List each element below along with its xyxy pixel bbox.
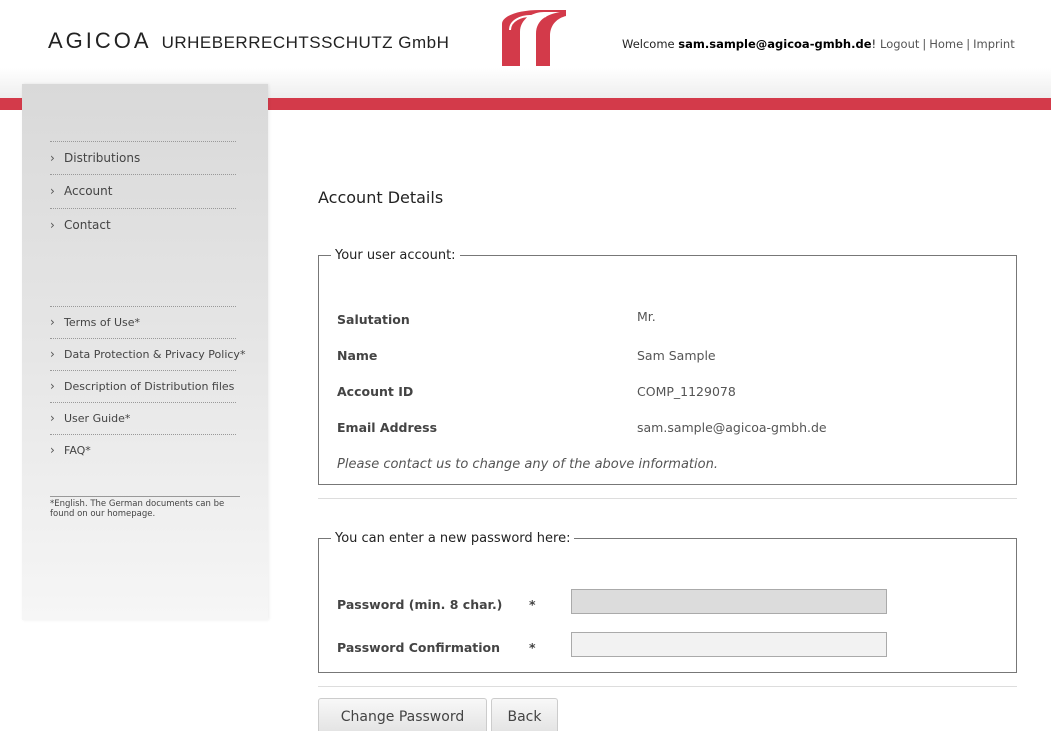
field-value: Mr.	[637, 309, 656, 324]
sidebar-item-label: Contact	[64, 218, 111, 232]
sidebar-item-label: Data Protection & Privacy Policy*	[64, 348, 246, 361]
password-row: Password (min. 8 char.) *	[337, 597, 536, 612]
chevron-right-icon: ›	[50, 347, 55, 361]
chevron-right-icon: ›	[50, 218, 55, 232]
separator: |	[966, 37, 971, 51]
sidebar-item-distribution-files[interactable]: › Description of Distribution files	[50, 370, 236, 402]
sidebar-item-label: Account	[64, 184, 113, 198]
welcome-prefix: Welcome	[622, 37, 679, 51]
field-label: Name	[337, 348, 378, 363]
sidebar-item-label: Terms of Use*	[64, 316, 141, 329]
contact-note: Please contact us to change any of the a…	[337, 457, 718, 472]
chevron-right-icon: ›	[50, 411, 55, 425]
field-row-account-id: Account ID COMP_1129078	[337, 384, 736, 399]
required-mark: *	[529, 640, 536, 655]
field-row-email: Email Address sam.sample@agicoa-gmbh.de	[337, 420, 827, 435]
sidebar-item-contact[interactable]: › Contact	[50, 208, 236, 241]
confirm-row: Password Confirmation *	[337, 640, 536, 655]
sidebar-item-privacy[interactable]: › Data Protection & Privacy Policy*	[50, 338, 245, 370]
change-password-button[interactable]: Change Password	[318, 698, 487, 731]
chevron-right-icon: ›	[50, 184, 55, 198]
chevron-right-icon: ›	[50, 151, 55, 165]
required-mark: *	[529, 597, 536, 612]
welcome-text: Welcome sam.sample@agicoa-gmbh.de!	[622, 37, 876, 51]
field-row-name: Name Sam Sample	[337, 348, 716, 363]
password-confirm-input[interactable]	[571, 632, 887, 657]
chevron-right-icon: ›	[50, 379, 55, 393]
top-links: Logout | Home | Imprint	[880, 37, 1015, 51]
password-legend: You can enter a new password here:	[335, 531, 571, 546]
divider	[318, 498, 1017, 499]
password-fieldset: You can enter a new password here: Passw…	[318, 531, 1017, 673]
accent-bar-left	[0, 98, 22, 110]
chevron-right-icon: ›	[50, 315, 55, 329]
welcome-user: sam.sample@agicoa-gmbh.de	[678, 37, 872, 51]
password-label: Password (min. 8 char.)	[337, 597, 503, 612]
main-nav: › Distributions › Account › Contact	[50, 141, 236, 241]
sidebar-item-label: User Guide*	[64, 412, 131, 425]
back-button[interactable]: Back	[491, 698, 558, 731]
brand-main: AGICOA	[48, 28, 152, 53]
sidebar-item-label: FAQ*	[64, 444, 91, 457]
field-label: Account ID	[337, 384, 414, 399]
chevron-right-icon: ›	[50, 443, 55, 457]
sidebar-item-label: Distributions	[64, 151, 141, 165]
accent-bar-right	[268, 98, 1051, 110]
account-legend: Your user account:	[335, 248, 456, 263]
account-fieldset: Your user account: Salutation Mr. Name S…	[318, 248, 1017, 485]
welcome-suffix: !	[871, 37, 877, 51]
sidebar-item-user-guide[interactable]: › User Guide*	[50, 402, 236, 434]
field-value: sam.sample@agicoa-gmbh.de	[637, 420, 827, 435]
imprint-link[interactable]: Imprint	[973, 37, 1015, 51]
confirm-label: Password Confirmation	[337, 640, 501, 655]
sidebar-item-faq[interactable]: › FAQ*	[50, 434, 236, 466]
sidebar-item-distributions[interactable]: › Distributions	[50, 141, 236, 174]
divider	[318, 686, 1017, 687]
field-value: COMP_1129078	[637, 384, 736, 399]
home-link[interactable]: Home	[929, 37, 963, 51]
sidebar-item-label: Description of Distribution files	[64, 380, 235, 393]
brand-name: AGICOA URHEBERRECHTSSCHUTZ GmbH	[48, 28, 449, 54]
field-row-salutation: Salutation Mr.	[337, 309, 656, 327]
sidebar: › Distributions › Account › Contact › Terms …	[22, 84, 268, 620]
sidebar-footnote: *English. The German documents can be fo…	[50, 496, 240, 519]
sidebar-item-terms[interactable]: › Terms of Use*	[50, 306, 236, 338]
password-input[interactable]	[571, 589, 887, 614]
field-label: Email Address	[337, 420, 438, 435]
documents-nav: › Terms of Use* › Data Protection & Privac…	[50, 306, 245, 466]
field-label: Salutation	[337, 312, 410, 327]
agicoa-logo-icon	[502, 10, 566, 66]
field-value: Sam Sample	[637, 348, 716, 363]
separator: |	[922, 37, 927, 51]
brand-sub: URHEBERRECHTSSCHUTZ GmbH	[161, 33, 450, 52]
logout-link[interactable]: Logout	[880, 37, 919, 51]
sidebar-item-account[interactable]: › Account	[50, 174, 236, 208]
page-title: Account Details	[318, 188, 444, 207]
